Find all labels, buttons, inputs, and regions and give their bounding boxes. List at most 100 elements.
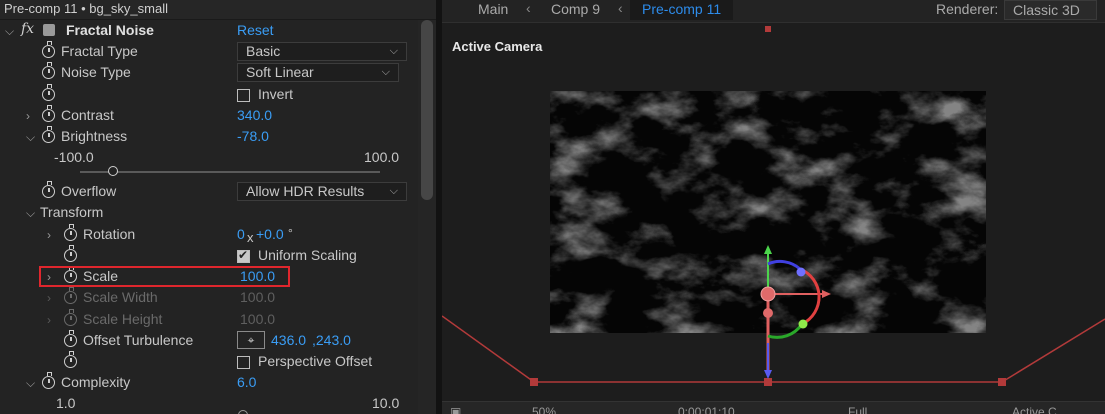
stopwatch-icon[interactable] — [64, 245, 77, 262]
twirl-arrow-icon[interactable]: › — [47, 291, 51, 305]
stopwatch-icon[interactable] — [42, 181, 55, 198]
complexity-value[interactable]: 6.0 — [237, 374, 256, 390]
scale-width-value: 100.0 — [240, 289, 276, 305]
fractal-noise-render — [550, 91, 986, 333]
brightness-row: ⌵ Brightness -78.0 — [0, 126, 416, 148]
brightness-value[interactable]: -78.0 — [237, 128, 269, 144]
effect-controls-panel: Pre-comp 11 • bg_sky_small ⌵ fx Fractal … — [0, 0, 436, 414]
twirl-arrow-icon[interactable]: › — [47, 313, 51, 327]
composition-viewer[interactable]: Active Camera — [442, 23, 1105, 401]
offset-y-value[interactable]: ,243.0 — [312, 332, 351, 348]
reset-link[interactable]: Reset — [237, 22, 274, 38]
fractal-type-value: Basic — [246, 43, 281, 59]
noise-type-value: Soft Linear — [246, 64, 314, 80]
uniform-scaling-label: Uniform Scaling — [258, 247, 357, 263]
uniform-scaling-row: Uniform Scaling — [0, 245, 416, 267]
overflow-dropdown[interactable]: Allow HDR Results ⌵ — [237, 182, 407, 201]
zoom-dropdown[interactable]: 50% — [532, 405, 556, 414]
stopwatch-icon[interactable] — [42, 62, 55, 79]
effect-name: Fractal Noise — [66, 22, 154, 38]
invert-label: Invert — [258, 86, 294, 102]
stopwatch-icon[interactable] — [64, 330, 77, 347]
noise-type-label: Noise Type — [61, 64, 131, 80]
twirl-arrow-icon[interactable]: ⌵ — [26, 206, 35, 221]
scale-highlight-box — [39, 266, 290, 287]
rotation-revolutions[interactable]: 0 — [237, 226, 245, 242]
fractal-type-dropdown[interactable]: Basic ⌵ — [237, 42, 407, 61]
viewer-toolbar: ▣ 50% 0:00:01:10 Full Active C — [442, 401, 1105, 414]
complexity-row: ⌵ Complexity 6.0 — [0, 372, 416, 394]
chevron-left-icon: ‹ — [526, 0, 531, 16]
noise-type-dropdown[interactable]: Soft Linear ⌵ — [237, 63, 399, 82]
slider-min-label: 1.0 — [56, 395, 76, 411]
scale-height-row: › Scale Height 100.0 — [0, 309, 416, 331]
resolution-dropdown[interactable]: Full — [848, 405, 867, 414]
crosshair-icon[interactable]: ⌖ — [237, 331, 265, 349]
invert-checkbox[interactable] — [237, 89, 250, 102]
composition-frame[interactable] — [550, 91, 986, 333]
chevron-down-icon: ⌵ — [389, 185, 398, 197]
tab-comp-9[interactable]: Comp 9 — [551, 0, 600, 20]
brightness-slider-handle[interactable] — [108, 166, 118, 176]
renderer-dropdown[interactable]: Classic 3D — [1004, 0, 1097, 20]
tab-pre-comp-11[interactable]: Pre-comp 11 — [630, 0, 734, 20]
chevron-left-icon: ‹ — [618, 0, 623, 16]
twirl-arrow-icon[interactable]: › — [26, 109, 30, 123]
toolbar-icon[interactable]: ▣ — [450, 405, 461, 414]
rotation-x: x — [247, 230, 254, 245]
panel-header: Pre-comp 11 • bg_sky_small — [0, 0, 436, 20]
rotation-label: Rotation — [83, 226, 136, 242]
stopwatch-icon[interactable] — [64, 287, 77, 304]
rotation-degrees[interactable]: +0.0 — [256, 226, 284, 242]
complexity-slider-row: 1.0 10.0 — [0, 394, 416, 414]
twirl-arrow-icon[interactable]: ⌵ — [26, 130, 35, 145]
overflow-label: Overflow — [61, 183, 117, 199]
stopwatch-icon[interactable] — [42, 41, 55, 58]
slider-min-label: -100.0 — [54, 149, 94, 165]
transform-group-row[interactable]: ⌵ Transform — [0, 203, 416, 224]
frame-marker — [765, 26, 771, 32]
brightness-label: Brightness — [61, 128, 128, 144]
fx-icon[interactable]: fx — [21, 21, 34, 37]
stopwatch-icon[interactable] — [64, 224, 77, 241]
rotation-unit: ° — [288, 226, 293, 240]
tab-main[interactable]: Main — [478, 0, 508, 20]
brightness-slider-row: -100.0 100.0 — [0, 148, 416, 169]
stopwatch-icon[interactable] — [42, 372, 55, 389]
rotation-row: › Rotation 0 x +0.0 ° — [0, 224, 416, 246]
twirl-arrow-icon[interactable]: ⌵ — [5, 24, 14, 39]
noise-type-row: Noise Type Soft Linear ⌵ — [0, 62, 416, 84]
effect-controls-scrollbar[interactable] — [418, 20, 436, 414]
stopwatch-icon[interactable] — [42, 84, 55, 101]
stopwatch-icon[interactable] — [64, 309, 77, 326]
view-dropdown[interactable]: Active C — [1012, 405, 1057, 414]
twirl-arrow-icon[interactable]: › — [47, 228, 51, 242]
fractal-type-row: Fractal Type Basic ⌵ — [0, 41, 416, 63]
scale-width-label: Scale Width — [83, 289, 158, 305]
transform-label: Transform — [40, 204, 104, 220]
scale-height-value: 100.0 — [240, 311, 276, 327]
comp-navigator: Main ‹ Comp 9 ‹ Pre-comp 11 Renderer: Cl… — [442, 0, 1105, 23]
active-camera-label: Active Camera — [452, 39, 543, 54]
timecode[interactable]: 0:00:01:10 — [678, 405, 735, 414]
panel-title: Pre-comp 11 • bg_sky_small — [4, 1, 168, 16]
stopwatch-icon[interactable] — [42, 126, 55, 143]
chevron-down-icon: ⌵ — [389, 45, 398, 57]
twirl-arrow-icon[interactable]: ⌵ — [26, 376, 35, 391]
contrast-value[interactable]: 340.0 — [237, 107, 272, 123]
overflow-value: Allow HDR Results — [246, 183, 365, 199]
effect-preset-icon — [43, 24, 55, 36]
scale-height-label: Scale Height — [83, 311, 163, 327]
complexity-slider-handle[interactable] — [238, 410, 248, 414]
stopwatch-icon[interactable] — [64, 351, 77, 368]
effect-row-fractal-noise[interactable]: ⌵ fx Fractal Noise Reset — [0, 21, 416, 42]
overflow-row: Overflow Allow HDR Results ⌵ — [0, 181, 416, 203]
slider-max-label: 10.0 — [372, 395, 400, 411]
brightness-slider-track[interactable] — [80, 171, 380, 173]
uniform-scaling-checkbox[interactable] — [237, 248, 250, 263]
contrast-row: › Contrast 340.0 — [0, 105, 416, 127]
perspective-offset-checkbox[interactable] — [237, 356, 250, 369]
stopwatch-icon[interactable] — [42, 105, 55, 122]
offset-x-value[interactable]: 436.0 — [271, 332, 306, 348]
scrollbar-thumb[interactable] — [421, 20, 433, 200]
